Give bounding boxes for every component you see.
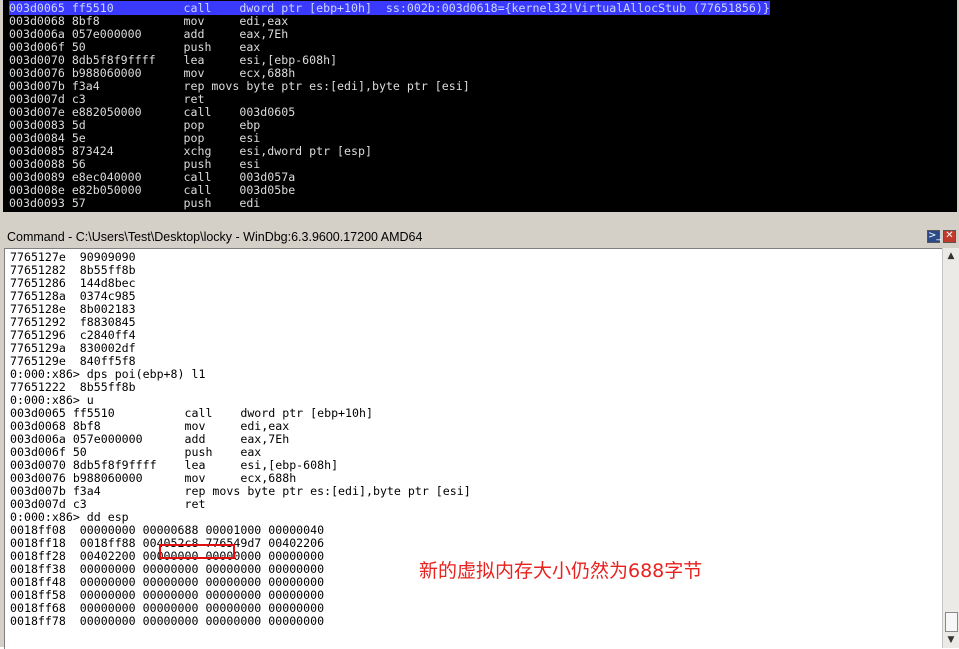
disassembly-line[interactable]: 003d0093 57 push edi bbox=[9, 197, 260, 210]
scroll-up-arrow-icon[interactable]: ▲ bbox=[943, 248, 959, 264]
highlight-box bbox=[159, 544, 235, 559]
pane-splitter[interactable] bbox=[0, 213, 959, 226]
window-title: Command - C:\Users\Test\Desktop\locky - … bbox=[7, 230, 423, 244]
disassembly-pane[interactable]: 003d0065 ff5510 call dword ptr [ebp+10h]… bbox=[3, 0, 957, 212]
command-output[interactable]: 7765127e 90909090 77651282 8b55ff8b 7765… bbox=[4, 248, 942, 649]
command-prompt-icon: >_ bbox=[928, 230, 942, 241]
scroll-down-arrow-icon[interactable]: ▼ bbox=[943, 632, 959, 648]
command-prompt-button[interactable]: >_ bbox=[927, 230, 942, 243]
command-window-titlebar[interactable]: Command - C:\Users\Test\Desktop\locky - … bbox=[2, 227, 957, 247]
vertical-scrollbar[interactable]: ▲ ▼ bbox=[942, 248, 959, 648]
output-line: 0018ff78 00000000 00000000 00000000 0000… bbox=[10, 614, 325, 628]
disassembly-window: 003d0065 ff5510 call dword ptr [ebp+10h]… bbox=[0, 0, 959, 214]
scrollbar-thumb[interactable] bbox=[945, 612, 958, 632]
command-window: Command - C:\Users\Test\Desktop\locky - … bbox=[0, 226, 959, 649]
close-button[interactable]: ✕ bbox=[943, 230, 956, 243]
annotation-text: 新的虚拟内存大小仍然为688字节 bbox=[419, 560, 703, 582]
close-icon: ✕ bbox=[945, 230, 954, 241]
